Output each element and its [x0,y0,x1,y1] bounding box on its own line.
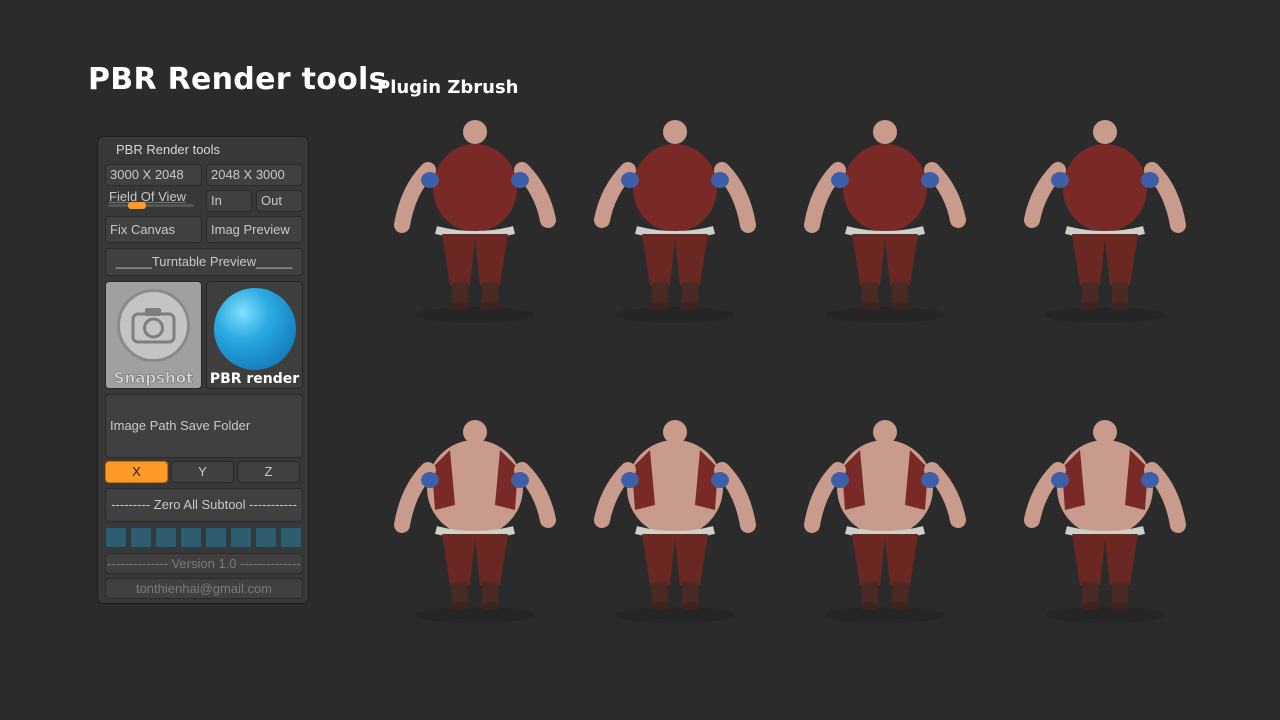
character-render [580,410,770,630]
page-title: PBR Render tools [88,62,387,97]
fix-canvas-button[interactable]: Fix Canvas [105,216,202,243]
character-render [1010,110,1200,330]
character-render [1010,410,1200,630]
character-render [580,110,770,330]
zero-all-subtool-button[interactable]: --------- Zero All Subtool ----------- [105,488,303,522]
zoom-in-button[interactable]: In [206,190,252,212]
axis-y-button[interactable]: Y [171,461,234,483]
color-swatch[interactable] [230,527,252,548]
color-swatch[interactable] [155,527,177,548]
sphere-icon [214,288,296,370]
color-swatch[interactable] [105,527,127,548]
turntable-preview-button[interactable]: _____Turntable Preview_____ [105,248,303,276]
field-of-view-label: Field Of View [109,189,187,204]
version-label: -------------- Version 1.0 -------------… [105,553,303,574]
color-swatch[interactable] [205,527,227,548]
pbr-render-label: PBR render [209,371,300,387]
zoom-out-button[interactable]: Out [256,190,303,212]
slider-track [108,202,194,209]
resolution-2048x3000-button[interactable]: 2048 X 3000 [206,164,303,186]
page-subtitle: Plugin Zbrush [377,77,519,98]
imag-preview-button[interactable]: Imag Preview [206,216,303,243]
email-label: tonthienhai@gmail.com [105,578,303,599]
slider-thumb[interactable] [128,202,147,209]
character-render [380,410,570,630]
character-render [790,110,980,330]
character-render [790,410,980,630]
field-of-view-slider[interactable]: Field Of View [106,188,197,210]
color-swatch[interactable] [255,527,277,548]
snapshot-label: Snapshot [113,369,194,388]
panel-title: PBR Render tools [116,142,221,157]
snapshot-button[interactable]: Snapshot [105,281,202,389]
color-swatch[interactable] [280,527,302,548]
color-swatch[interactable] [130,527,152,548]
color-swatch[interactable] [180,527,202,548]
axis-z-button[interactable]: Z [237,461,300,483]
image-path-save-folder-button[interactable]: Image Path Save Folder [105,394,303,458]
axis-x-button[interactable]: X [105,461,168,483]
pbr-render-button[interactable]: PBR render [206,281,303,389]
resolution-3000x2048-button[interactable]: 3000 X 2048 [105,164,202,186]
camera-icon [117,289,190,362]
character-render [380,110,570,330]
plugin-panel: PBR Render tools 3000 X 2048 2048 X 3000… [97,136,309,604]
